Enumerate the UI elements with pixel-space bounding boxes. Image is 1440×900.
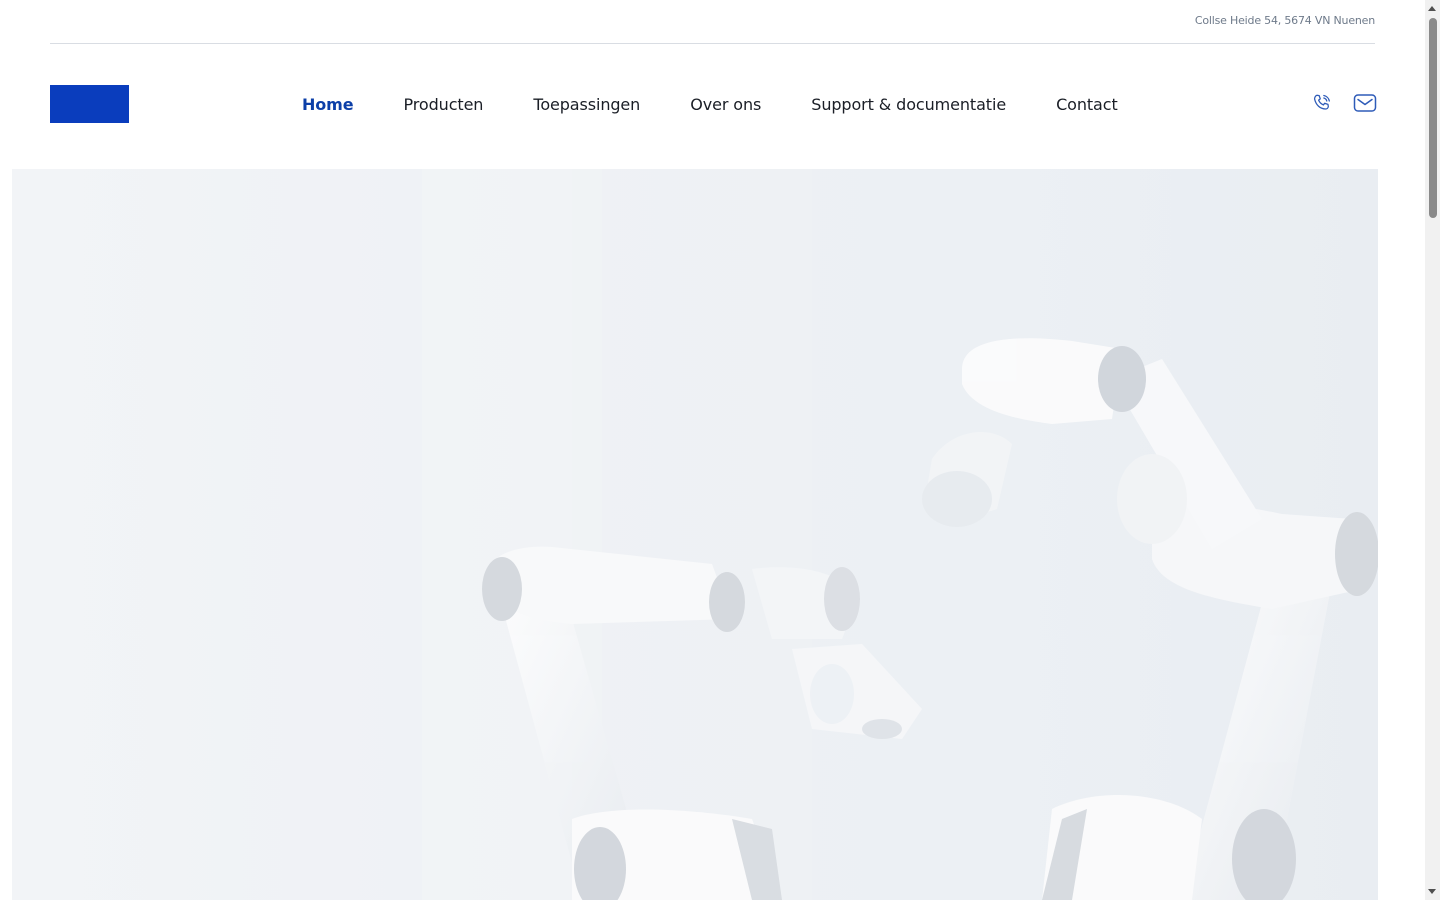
scroll-down-arrow-icon[interactable]: [1428, 889, 1436, 894]
nav-item-support[interactable]: Support & documentatie: [811, 95, 1006, 114]
mail-icon[interactable]: [1353, 92, 1377, 114]
main-navigation: Home Producten Toepassingen Over ons Sup…: [302, 92, 1118, 116]
scroll-thumb[interactable]: [1429, 18, 1437, 218]
nav-item-producten[interactable]: Producten: [404, 95, 484, 114]
hero-image: [12, 169, 1378, 900]
page-scrollbar[interactable]: [1425, 0, 1440, 900]
nav-item-toepassingen[interactable]: Toepassingen: [533, 95, 640, 114]
nav-item-contact[interactable]: Contact: [1056, 95, 1118, 114]
header-contact-icons: [1311, 92, 1377, 114]
company-logo[interactable]: [50, 85, 129, 123]
scroll-up-arrow-icon[interactable]: [1428, 6, 1436, 11]
phone-icon[interactable]: [1311, 92, 1333, 114]
address-text: Collse Heide 54, 5674 VN Nuenen: [1194, 14, 1375, 27]
nav-item-home[interactable]: Home: [302, 95, 354, 114]
robot-arms-illustration: [422, 169, 1378, 900]
page: Collse Heide 54, 5674 VN Nuenen Home Pro…: [0, 0, 1440, 900]
top-info-bar: Collse Heide 54, 5674 VN Nuenen: [50, 0, 1375, 44]
nav-item-over-ons[interactable]: Over ons: [690, 95, 761, 114]
